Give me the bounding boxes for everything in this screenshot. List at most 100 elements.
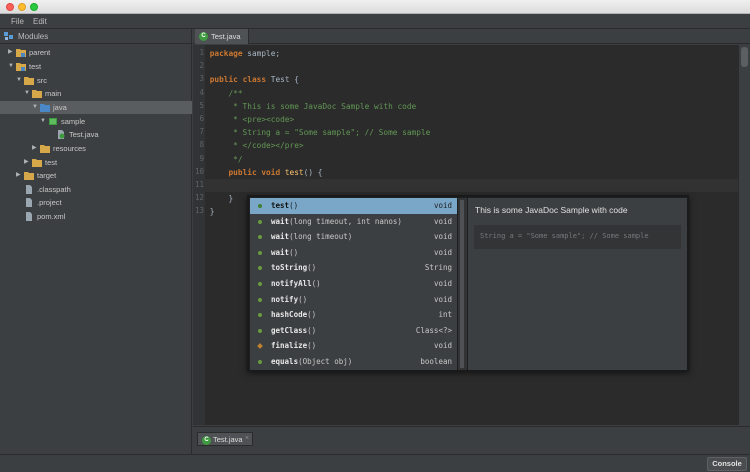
- tree-item[interactable]: ▼ sample: [0, 115, 192, 128]
- tree-item[interactable]: ▼ main: [0, 87, 192, 100]
- tree-item[interactable]: pom.xml: [0, 210, 192, 223]
- bottom-tab-test-java[interactable]: C Test.java ×: [197, 432, 253, 446]
- completion-item[interactable]: wait(long timeout, int nanos) void: [250, 214, 457, 230]
- folder-icon: [32, 158, 42, 167]
- bottom-tab-label: Test.java: [213, 435, 243, 444]
- tree-item[interactable]: .project: [0, 196, 192, 209]
- completion-item[interactable]: test() void: [250, 198, 457, 214]
- line-number: 11: [194, 180, 204, 189]
- completion-item[interactable]: wait() void: [250, 245, 457, 261]
- completion-item[interactable]: finalize() void: [250, 338, 457, 354]
- public-method-icon: [258, 313, 262, 318]
- completion-return-type: String: [424, 263, 452, 273]
- completion-item[interactable]: wait(long timeout) void: [250, 229, 457, 245]
- code-line[interactable]: package sample;: [205, 47, 738, 60]
- maximize-window-button[interactable]: [30, 3, 38, 11]
- completion-item[interactable]: toString() String: [250, 260, 457, 276]
- editor-scroll-thumb[interactable]: [741, 47, 748, 67]
- completion-return-type: Class<?>: [415, 325, 452, 335]
- tree-item-label: sample: [61, 117, 86, 126]
- file-icon: [24, 198, 34, 207]
- completion-list[interactable]: test() void wait(long timeout, int nanos) v…: [250, 198, 457, 370]
- line-number: 10: [194, 166, 204, 176]
- tree-item-label: resources: [53, 144, 86, 153]
- code-completion-popup: test() void wait(long timeout, int nanos) v…: [247, 195, 689, 371]
- completion-return-type: void: [433, 247, 452, 257]
- collapsed-arrow-icon[interactable]: ▶: [8, 49, 14, 56]
- modules-panel-header: Modules: [0, 29, 192, 44]
- tree-item[interactable]: ▶ parent: [0, 46, 192, 59]
- completion-item[interactable]: equals(Object obj) boolean: [250, 354, 457, 370]
- close-window-button[interactable]: [6, 3, 14, 11]
- editor-tab-test-java[interactable]: C Test.java: [195, 29, 249, 44]
- tree-item-label: Test.java: [69, 130, 99, 139]
- completion-signature: wait(): [271, 247, 299, 257]
- expanded-arrow-icon[interactable]: ▼: [8, 63, 14, 70]
- expanded-arrow-icon[interactable]: ▼: [24, 90, 30, 97]
- completion-scrollbar[interactable]: [458, 198, 467, 370]
- completion-signature: wait(long timeout, int nanos): [271, 216, 402, 226]
- completion-item[interactable]: notifyAll() void: [250, 276, 457, 292]
- code-line[interactable]: * This is some JavaDoc Sample with code: [205, 100, 738, 113]
- javadoc-title: This is some JavaDoc Sample with code: [475, 205, 628, 215]
- modules-icon: [4, 32, 13, 40]
- modules-panel-title: Modules: [18, 32, 49, 41]
- completion-item[interactable]: notify() void: [250, 292, 457, 308]
- module-folder-icon: [16, 48, 26, 57]
- completion-signature: hashCode(): [271, 310, 317, 320]
- code-line[interactable]: public void test() {: [205, 166, 738, 179]
- minimize-window-button[interactable]: [18, 3, 26, 11]
- java-class-icon: C: [202, 436, 211, 445]
- tree-item[interactable]: ▼ java: [0, 101, 192, 114]
- completion-signature: notify(): [271, 294, 308, 304]
- close-tab-icon[interactable]: ×: [245, 435, 249, 442]
- line-number: 9: [199, 153, 204, 163]
- console-button[interactable]: Console: [707, 457, 747, 471]
- completion-signature: notifyAll(): [271, 279, 321, 288]
- completion-return-type: void: [433, 341, 452, 351]
- code-line[interactable]: [205, 60, 738, 73]
- tree-item[interactable]: ▶ resources: [0, 142, 192, 155]
- tree-item[interactable]: Test.java: [0, 128, 192, 141]
- collapsed-arrow-icon[interactable]: ▶: [32, 145, 38, 152]
- java-file-icon: [56, 130, 66, 139]
- tree-item-label: java: [53, 103, 67, 112]
- module-folder-icon: [16, 62, 26, 71]
- line-number: 12: [194, 193, 204, 203]
- completion-signature: wait(long timeout): [271, 232, 353, 242]
- code-line[interactable]: /**: [205, 87, 738, 100]
- tree-item-label: .project: [37, 198, 62, 207]
- tree-item[interactable]: ▶ test: [0, 156, 192, 169]
- completion-signature: test(): [271, 201, 299, 210]
- bottom-tab-bar: C Test.java ×: [193, 426, 750, 454]
- completion-return-type: void: [433, 232, 452, 242]
- editor-vertical-scrollbar[interactable]: [738, 45, 750, 425]
- menu-file[interactable]: File: [11, 17, 24, 26]
- tree-item-label: src: [37, 76, 47, 85]
- javadoc-code-sample: String a = "Some sample"; // Some sample: [474, 225, 681, 249]
- code-line[interactable]: public class Test {: [205, 73, 738, 86]
- code-line[interactable]: * </code></pre>: [205, 139, 738, 152]
- line-number: 7: [199, 127, 204, 137]
- code-line[interactable]: * <pre><code>: [205, 113, 738, 126]
- expanded-arrow-icon[interactable]: ▼: [32, 104, 38, 111]
- public-method-icon: [258, 250, 262, 255]
- completion-scroll-thumb[interactable]: [460, 200, 464, 368]
- collapsed-arrow-icon[interactable]: ▶: [24, 159, 30, 166]
- expanded-arrow-icon[interactable]: ▼: [16, 77, 22, 84]
- code-line[interactable]: [205, 179, 738, 192]
- collapsed-arrow-icon[interactable]: ▶: [16, 172, 22, 179]
- tree-item[interactable]: ▼ src: [0, 74, 192, 87]
- code-line[interactable]: */: [205, 153, 738, 166]
- line-number: 8: [199, 140, 204, 150]
- tree-item[interactable]: .classpath: [0, 183, 192, 196]
- menu-edit[interactable]: Edit: [33, 17, 47, 26]
- completion-return-type: void: [433, 201, 452, 210]
- tree-item[interactable]: ▶ target: [0, 169, 192, 182]
- completion-item[interactable]: getClass() Class<?>: [250, 323, 457, 339]
- expanded-arrow-icon[interactable]: ▼: [40, 118, 46, 125]
- tree-item[interactable]: ▼ test: [0, 60, 192, 73]
- line-number-gutter: 1 2 3 4 5 6 7 8 9 10 11 12 13: [193, 45, 205, 425]
- code-line[interactable]: * String a = "Some sample"; // Some samp…: [205, 126, 738, 139]
- completion-item[interactable]: hashCode() int: [250, 307, 457, 323]
